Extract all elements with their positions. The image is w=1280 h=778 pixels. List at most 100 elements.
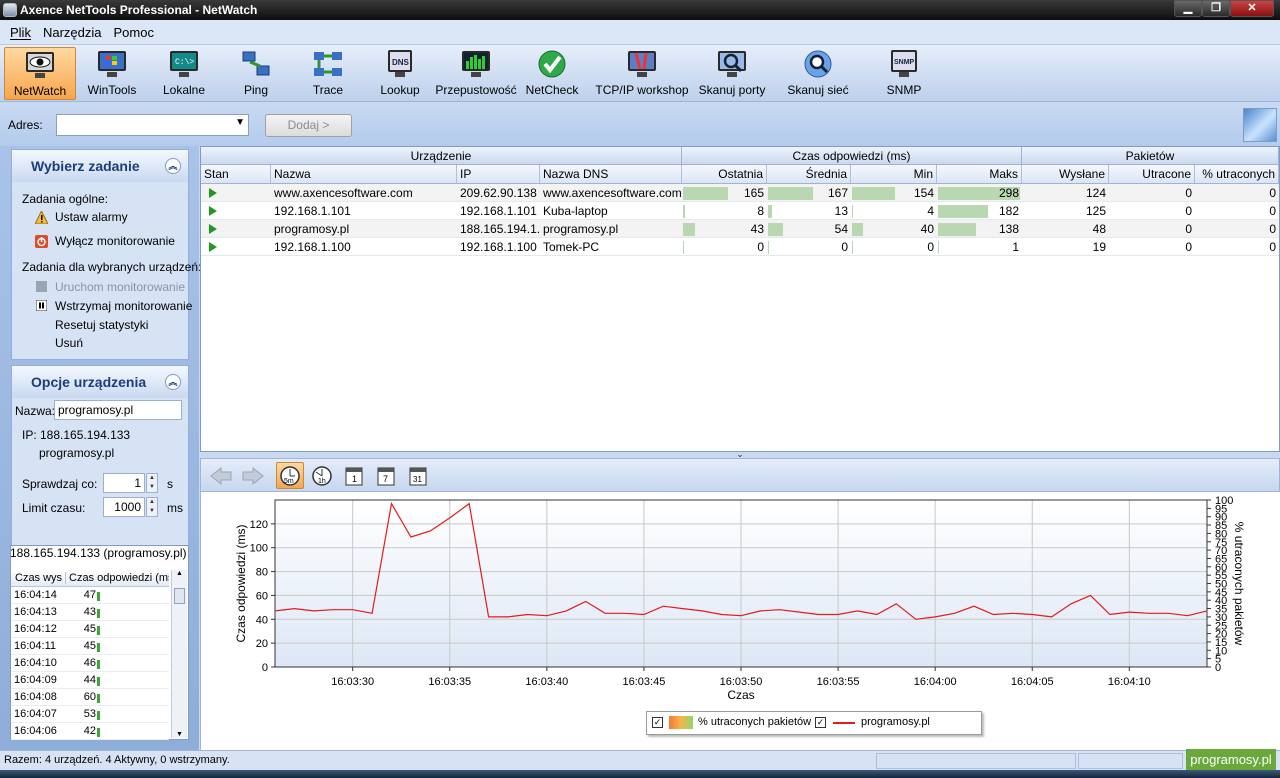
grid-cell: Tomek-PC (543, 240, 600, 254)
tool-lokalne[interactable]: C:\> Lokalne (154, 47, 214, 100)
grid-col-header[interactable]: Nazwa DNS (540, 165, 682, 184)
snmp-icon: SNMP (887, 48, 921, 80)
collapse-icon[interactable]: ︽ (165, 158, 181, 174)
tool-netcheck[interactable]: NetCheck (524, 47, 580, 100)
collapse-icon[interactable]: ︽ (165, 374, 181, 390)
svg-text:SNMP: SNMP (894, 59, 915, 66)
os-taskbar (0, 770, 1280, 778)
calendar-7-icon[interactable]: 7 (372, 462, 400, 489)
log-row[interactable]: 16:04:13 43 (11, 604, 169, 621)
reset-stats-link[interactable]: Resetuj statystyki (55, 318, 148, 332)
tool-ping[interactable]: Ping (230, 47, 282, 100)
log-row[interactable]: 16:04:12 45 (11, 621, 169, 638)
tool-skanuj-siec[interactable]: Skanuj sieć (784, 47, 852, 100)
grid-cell: 192.168.1.101 (274, 204, 351, 218)
scroll-up-icon[interactable]: ▲ (172, 570, 187, 582)
scroll-thumb[interactable] (174, 588, 185, 604)
grid-col-header[interactable]: % utraconych (1195, 165, 1279, 184)
tasks-title: Wybierz zadanie (31, 158, 140, 174)
clock-5m-icon[interactable]: 5m (276, 462, 304, 489)
legend-checkbox-loss[interactable]: ✓ (652, 717, 663, 728)
log-time: 16:04:11 (14, 640, 57, 652)
legend-checkbox-series[interactable]: ✓ (815, 717, 826, 728)
grid-col-header[interactable]: Maks (937, 165, 1022, 184)
grid-row[interactable]: www.axencesoftware.com 209.62.90.138 www.a… (201, 184, 1279, 202)
menu-plik[interactable]: Plik (4, 25, 37, 40)
start-monitoring-link[interactable]: Uruchom monitorowanie (55, 280, 185, 294)
log-row[interactable]: 16:04:10 46 (11, 655, 169, 672)
check-interval-input[interactable]: 1 (103, 473, 145, 493)
log-row[interactable]: 16:04:07 53 (11, 706, 169, 723)
tool-lookup[interactable]: DNS Lookup (374, 47, 426, 100)
tool-snmp[interactable]: SNMP SNMP (880, 47, 928, 100)
x-tick-label: 16:03:45 (623, 676, 666, 688)
pause-monitoring-link[interactable]: Wstrzymaj monitorowanie (55, 299, 192, 313)
tool-label: NetCheck (525, 83, 579, 97)
set-alarms-link[interactable]: Ustaw alarmy (55, 210, 128, 224)
menu-pomoc[interactable]: Pomoc (107, 25, 159, 40)
clock-1h-icon[interactable]: 1h (308, 462, 336, 489)
tool-przepustowosc[interactable]: Przepustowość (434, 47, 518, 100)
grid-col-header[interactable]: Wysłane (1022, 165, 1109, 184)
grid-col-header[interactable]: Nazwa (271, 165, 457, 184)
ip-label: IP: 188.165.194.133 (22, 428, 131, 442)
x-tick-label: 16:03:35 (428, 676, 471, 688)
grid-cell: programosy.pl (543, 222, 619, 236)
scan-ports-icon (715, 48, 749, 80)
log-header: Czas wys Czas odpowiedzi (ms) (11, 570, 169, 587)
splitter-handle[interactable]: ⌄ (580, 450, 900, 459)
grid-cell: 0 (927, 240, 934, 254)
calendar-1-icon[interactable]: 1 (340, 462, 368, 489)
tool-skanuj-porty[interactable]: Skanuj porty (696, 47, 768, 100)
legend-swatch-loss (669, 716, 693, 729)
grid-row[interactable]: 192.168.1.100 192.168.1.100 Tomek-PC 0 0 0 1 19… (201, 238, 1279, 256)
grid-col-header[interactable]: Utracone (1109, 165, 1195, 184)
grid-col-header[interactable]: Ostatnia (682, 165, 767, 184)
scroll-down-icon[interactable]: ▼ (172, 731, 187, 738)
address-input[interactable]: ▼ (56, 114, 249, 136)
grid-col-header[interactable]: Stan (201, 165, 271, 184)
menu-narzedzia[interactable]: Narzędzia (37, 25, 108, 40)
name-input[interactable]: programosy.pl (54, 400, 182, 420)
grid-cell: 43 (750, 222, 764, 236)
grid-row[interactable]: programosy.pl 188.165.194.1... programosy.… (201, 220, 1279, 238)
add-button[interactable]: Dodaj > (265, 114, 352, 137)
back-arrow-icon[interactable] (207, 462, 235, 489)
x-axis-label: Czas (727, 688, 754, 702)
log-col-time[interactable]: Czas wys (15, 572, 62, 584)
timeout-stepper[interactable]: ▲ ▼ (146, 497, 158, 517)
status-panel (1078, 753, 1183, 769)
tool-tcpip-workshop[interactable]: TCP/IP workshop (594, 47, 690, 100)
tool-wintools[interactable]: WinTools (82, 47, 142, 100)
chevron-down-icon[interactable]: ▼ (235, 117, 245, 128)
grid-col-header[interactable]: Średnia (767, 165, 851, 184)
close-button[interactable]: ✕ (1230, 0, 1274, 17)
grid-row[interactable]: 192.168.1.101 192.168.1.101 Kuba-laptop 8 13… (201, 202, 1279, 220)
log-scrollbar[interactable]: ▲ ▼ (171, 570, 187, 738)
grid-col-header[interactable]: Min (851, 165, 937, 184)
log-bar (97, 609, 100, 618)
x-tick-label: 16:04:05 (1011, 676, 1054, 688)
remove-link[interactable]: Usuń (55, 336, 83, 350)
log-row[interactable]: 16:04:06 42 (11, 723, 169, 740)
check-interval-stepper[interactable]: ▲ ▼ (146, 473, 158, 493)
timeout-input[interactable]: 1000 (103, 497, 145, 517)
calendar-31-icon[interactable]: 31 (404, 462, 432, 489)
tool-trace[interactable]: Trace (300, 47, 356, 100)
forward-arrow-icon[interactable] (239, 462, 267, 489)
grid-col-header[interactable]: IP (457, 165, 540, 184)
grid-cell: 0 (1269, 186, 1276, 200)
grid-cell: 19 (1092, 240, 1106, 254)
tool-label: Trace (312, 83, 344, 97)
maximize-button[interactable]: ❐ (1202, 0, 1230, 17)
log-row[interactable]: 16:04:14 47 (11, 587, 169, 604)
log-col-response[interactable]: Czas odpowiedzi (ms) (65, 572, 169, 584)
disable-monitoring-link[interactable]: Wyłącz monitorowanie (55, 234, 175, 248)
log-row[interactable]: 16:04:11 45 (11, 638, 169, 655)
log-row[interactable]: 16:04:08 60 (11, 689, 169, 706)
minimize-button[interactable]: ▁ (1174, 0, 1202, 17)
y-tick-label: 40 (256, 614, 268, 626)
log-row[interactable]: 16:04:09 44 (11, 672, 169, 689)
grid-cell: 1 (1012, 240, 1019, 254)
tool-netwatch[interactable]: NetWatch (4, 47, 76, 100)
